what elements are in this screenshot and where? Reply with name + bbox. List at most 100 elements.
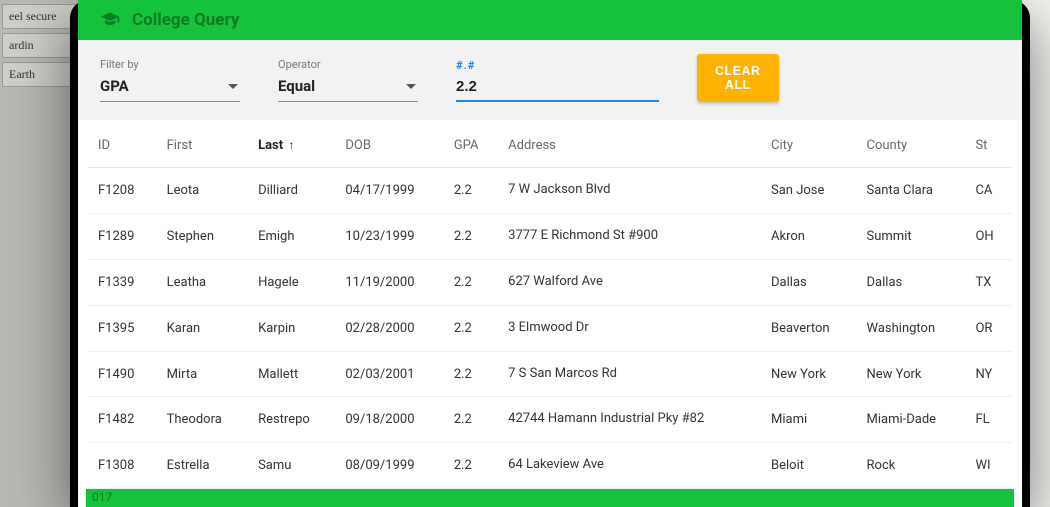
cell-first: Leota — [157, 168, 248, 214]
cell-county: Summit — [857, 213, 966, 259]
top-bar: College Query — [78, 0, 1022, 40]
cell-county: New York — [857, 351, 966, 397]
cell-first: Stephen — [157, 213, 248, 259]
graduation-cap-icon — [100, 10, 120, 30]
table-body: F1208LeotaDilliard04/17/19992.27 W Jacks… — [88, 168, 1012, 489]
cell-last: Emigh — [248, 213, 335, 259]
cell-address: 64 Lakeview Ave — [498, 443, 761, 489]
cell-city: Beloit — [761, 443, 857, 489]
cell-address: 7 S San Marcos Rd — [498, 351, 761, 397]
cell-state: CA — [965, 168, 1012, 214]
cell-county: Dallas — [857, 259, 966, 305]
bg-book-spine: ardin — [2, 33, 78, 58]
cell-city: Beaverton — [761, 305, 857, 351]
table-header: IDFirstLast ↑DOBGPAAddressCityCountySt — [88, 120, 1012, 168]
column-header[interactable]: ID — [88, 120, 157, 168]
cell-first: Leatha — [157, 259, 248, 305]
table-row[interactable]: F1490MirtaMallett02/03/20012.27 S San Ma… — [88, 351, 1012, 397]
cell-county: Miami-Dade — [857, 397, 966, 443]
cell-city: San Jose — [761, 168, 857, 214]
cell-gpa: 2.2 — [444, 351, 498, 397]
cell-id: F1482 — [88, 397, 157, 443]
cell-last: Mallett — [248, 351, 335, 397]
cell-state: TX — [965, 259, 1012, 305]
operator-label: Operator — [278, 58, 418, 71]
column-header[interactable]: Last ↑ — [248, 120, 335, 168]
cell-state: FL — [965, 397, 1012, 443]
bg-book-spine: Earth — [2, 62, 78, 87]
filter-by-select[interactable]: GPA — [100, 73, 240, 102]
column-header[interactable]: County — [857, 120, 966, 168]
cell-city: Akron — [761, 213, 857, 259]
table-row[interactable]: F1308EstrellaSamu08/09/19992.264 Lakevie… — [88, 443, 1012, 489]
value-label: #.# — [456, 59, 659, 72]
cell-id: F1395 — [88, 305, 157, 351]
value-field: #.# — [456, 59, 659, 102]
table-row[interactable]: F1482TheodoraRestrepo09/18/20002.242744 … — [88, 397, 1012, 443]
filter-panel: Filter by GPA Operator Equal #.# CLEAR A… — [78, 40, 1022, 120]
column-header[interactable]: City — [761, 120, 857, 168]
cell-id: F1208 — [88, 168, 157, 214]
cell-state: WI — [965, 443, 1012, 489]
cell-city: Dallas — [761, 259, 857, 305]
cell-first: Theodora — [157, 397, 248, 443]
cell-id: F1308 — [88, 443, 157, 489]
table-row[interactable]: F1289StephenEmigh10/23/19992.23777 E Ric… — [88, 213, 1012, 259]
cell-address: 627 Walford Ave — [498, 259, 761, 305]
operator-field: Operator Equal — [278, 58, 418, 102]
cell-gpa: 2.2 — [444, 168, 498, 214]
caret-down-icon — [228, 84, 238, 89]
cell-state: OR — [965, 305, 1012, 351]
cell-address: 3 Elmwood Dr — [498, 305, 761, 351]
cell-dob: 04/17/1999 — [335, 168, 443, 214]
cell-last: Restrepo — [248, 397, 335, 443]
sort-asc-icon: ↑ — [288, 138, 294, 152]
footer-text: 017 — [92, 490, 112, 504]
bottom-bar: 017 — [86, 489, 1014, 507]
cell-address: 3777 E Richmond St #900 — [498, 213, 761, 259]
operator-select[interactable]: Equal — [278, 73, 418, 102]
cell-first: Karan — [157, 305, 248, 351]
value-input[interactable] — [456, 74, 659, 102]
bg-book-spine: eel secure — [2, 4, 78, 29]
cell-gpa: 2.2 — [444, 443, 498, 489]
cell-dob: 02/28/2000 — [335, 305, 443, 351]
cell-dob: 02/03/2001 — [335, 351, 443, 397]
cell-gpa: 2.2 — [444, 259, 498, 305]
bg-wine-text: FINE WINE — [1046, 50, 1050, 215]
column-header[interactable]: First — [157, 120, 248, 168]
column-header[interactable]: DOB — [335, 120, 443, 168]
cell-dob: 09/18/2000 — [335, 397, 443, 443]
operator-value: Equal — [278, 77, 315, 95]
column-header[interactable]: GPA — [444, 120, 498, 168]
cell-state: NY — [965, 351, 1012, 397]
column-header[interactable]: Address — [498, 120, 761, 168]
results-table: IDFirstLast ↑DOBGPAAddressCityCountySt F… — [88, 120, 1012, 489]
cell-last: Dilliard — [248, 168, 335, 214]
cell-last: Samu — [248, 443, 335, 489]
table-row[interactable]: F1208LeotaDilliard04/17/19992.27 W Jacks… — [88, 168, 1012, 214]
table-row[interactable]: F1395KaranKarpin02/28/20002.23 Elmwood D… — [88, 305, 1012, 351]
cell-city: New York — [761, 351, 857, 397]
cell-last: Hagele — [248, 259, 335, 305]
cell-gpa: 2.2 — [444, 305, 498, 351]
clear-all-button[interactable]: CLEAR ALL — [697, 54, 779, 102]
background-books: eel secure ardin Earth — [0, 0, 80, 507]
cell-county: Santa Clara — [857, 168, 966, 214]
cell-first: Estrella — [157, 443, 248, 489]
cell-gpa: 2.2 — [444, 397, 498, 443]
cell-county: Washington — [857, 305, 966, 351]
cell-county: Rock — [857, 443, 966, 489]
cell-dob: 08/09/1999 — [335, 443, 443, 489]
cell-address: 7 W Jackson Blvd — [498, 168, 761, 214]
page-title: College Query — [132, 10, 239, 30]
cell-last: Karpin — [248, 305, 335, 351]
cell-state: OH — [965, 213, 1012, 259]
filter-by-label: Filter by — [100, 58, 240, 71]
column-header[interactable]: St — [965, 120, 1012, 168]
cell-id: F1339 — [88, 259, 157, 305]
cell-id: F1490 — [88, 351, 157, 397]
table-row[interactable]: F1339LeathaHagele11/19/20002.2627 Walfor… — [88, 259, 1012, 305]
cell-dob: 10/23/1999 — [335, 213, 443, 259]
cell-id: F1289 — [88, 213, 157, 259]
